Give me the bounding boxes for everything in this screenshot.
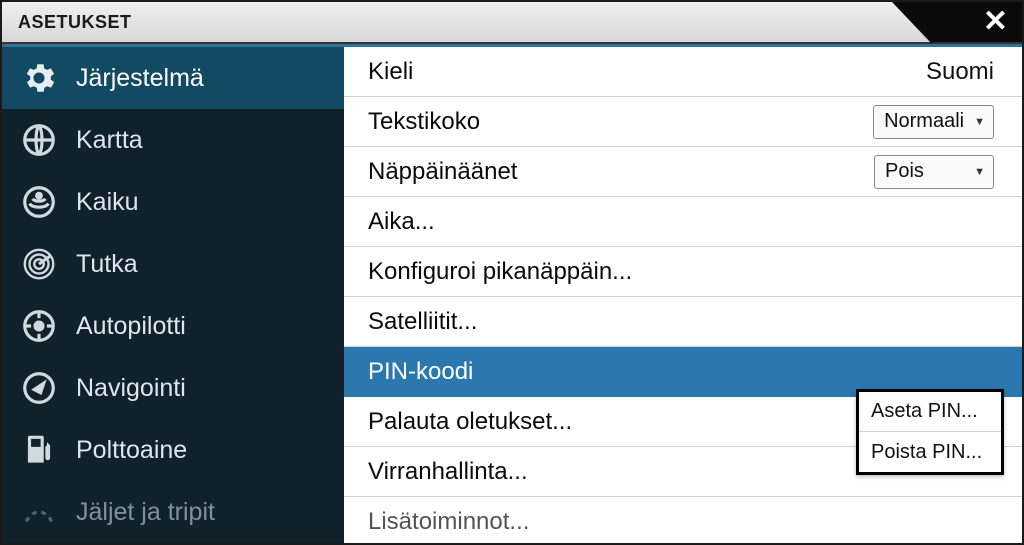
sidebar-item-fuel[interactable]: Polttoaine bbox=[2, 419, 344, 481]
compass-icon bbox=[20, 369, 58, 407]
text-size-select[interactable]: Normaali ▼ bbox=[873, 105, 994, 139]
row-text-size[interactable]: Tekstikoko Normaali ▼ bbox=[344, 97, 1022, 147]
popup-item-label: Aseta PIN... bbox=[871, 400, 978, 423]
steering-wheel-icon bbox=[20, 307, 58, 345]
row-key-sounds[interactable]: Näppäinäänet Pois ▼ bbox=[344, 147, 1022, 197]
close-button[interactable]: ✕ bbox=[932, 2, 1022, 42]
gear-icon bbox=[20, 59, 58, 97]
radar-icon bbox=[20, 245, 58, 283]
select-value: Normaali bbox=[884, 110, 964, 133]
row-label: Näppäinäänet bbox=[368, 158, 517, 186]
row-advanced[interactable]: Lisätoiminnot... bbox=[344, 497, 1022, 543]
sidebar-item-navigation[interactable]: Navigointi bbox=[2, 357, 344, 419]
row-label: Konfiguroi pikanäppäin... bbox=[368, 258, 632, 286]
key-sounds-select[interactable]: Pois ▼ bbox=[874, 155, 994, 189]
row-label: Satelliitit... bbox=[368, 308, 477, 336]
sidebar-item-autopilot[interactable]: Autopilotti bbox=[2, 295, 344, 357]
sidebar-item-tracks[interactable]: Jäljet ja tripit bbox=[2, 481, 344, 543]
popup-item-label: Poista PIN... bbox=[871, 441, 982, 464]
row-language[interactable]: Kieli Suomi bbox=[344, 47, 1022, 97]
sidebar-item-label: Kartta bbox=[76, 126, 143, 155]
row-label: Palauta oletukset... bbox=[368, 408, 572, 436]
popup-item-remove-pin[interactable]: Poista PIN... bbox=[859, 432, 1001, 472]
sidebar-item-label: Jäljet ja tripit bbox=[76, 498, 215, 527]
sidebar-item-radar[interactable]: Tutka bbox=[2, 233, 344, 295]
row-label: Virranhallinta... bbox=[368, 458, 528, 486]
sonar-icon bbox=[20, 183, 58, 221]
pin-submenu: Aseta PIN... Poista PIN... bbox=[856, 389, 1004, 475]
popup-item-set-pin[interactable]: Aseta PIN... bbox=[859, 392, 1001, 432]
row-label: Tekstikoko bbox=[368, 108, 480, 136]
sidebar-item-label: Kaiku bbox=[76, 188, 139, 217]
globe-icon bbox=[20, 121, 58, 159]
body: Järjestelmä Kartta Kaiku Tutka bbox=[2, 44, 1022, 543]
main-panel: Kieli Suomi Tekstikoko Normaali ▼ Näppäi… bbox=[344, 47, 1022, 543]
row-label: Aika... bbox=[368, 208, 435, 236]
row-satellites[interactable]: Satelliitit... bbox=[344, 297, 1022, 347]
row-label: Lisätoiminnot... bbox=[368, 508, 529, 536]
chevron-down-icon: ▼ bbox=[974, 116, 985, 128]
sidebar-item-label: Järjestelmä bbox=[76, 64, 204, 93]
row-label: PIN-koodi bbox=[368, 358, 473, 386]
settings-window: ASETUKSET ✕ Järjestelmä Kartta bbox=[0, 0, 1024, 545]
titlebar: ASETUKSET ✕ bbox=[2, 2, 1022, 44]
sidebar-item-label: Autopilotti bbox=[76, 312, 186, 341]
close-icon: ✕ bbox=[983, 7, 1008, 37]
sidebar-item-system[interactable]: Järjestelmä bbox=[2, 47, 344, 109]
window-title: ASETUKSET bbox=[2, 12, 132, 33]
sidebar-item-sonar[interactable]: Kaiku bbox=[2, 171, 344, 233]
sidebar: Järjestelmä Kartta Kaiku Tutka bbox=[2, 47, 344, 543]
row-time[interactable]: Aika... bbox=[344, 197, 1022, 247]
row-configure-shortcut[interactable]: Konfiguroi pikanäppäin... bbox=[344, 247, 1022, 297]
sidebar-item-label: Tutka bbox=[76, 250, 138, 279]
row-value: Suomi bbox=[926, 58, 994, 86]
row-label: Kieli bbox=[368, 58, 413, 86]
chevron-down-icon: ▼ bbox=[974, 166, 985, 178]
sidebar-item-chart[interactable]: Kartta bbox=[2, 109, 344, 171]
select-value: Pois bbox=[885, 160, 924, 183]
sidebar-item-label: Polttoaine bbox=[76, 436, 187, 465]
sidebar-item-label: Navigointi bbox=[76, 374, 186, 403]
fuel-icon bbox=[20, 431, 58, 469]
tracks-icon bbox=[20, 493, 58, 531]
